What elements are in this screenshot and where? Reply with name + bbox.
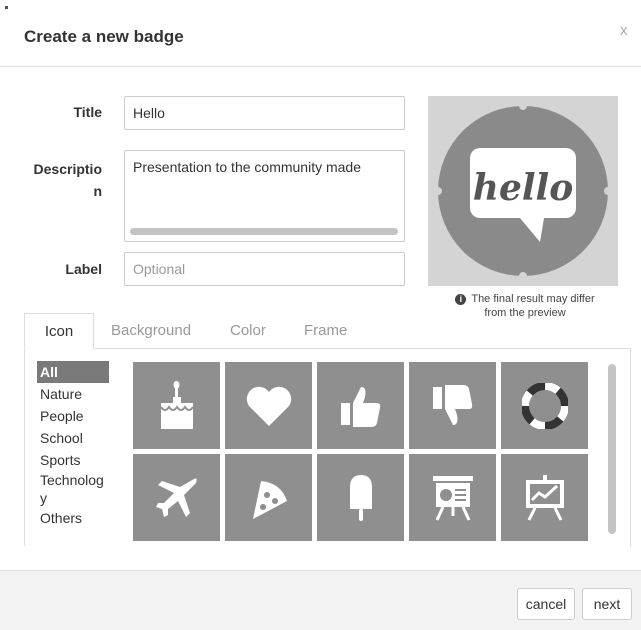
thumbs-down-icon[interactable] <box>409 362 496 449</box>
label-placeholder: Optional <box>133 261 186 277</box>
category-others[interactable]: Others <box>37 507 141 529</box>
birthday-cake-icon[interactable] <box>133 362 220 449</box>
category-people[interactable]: People <box>37 405 141 427</box>
lifebuoy-icon[interactable] <box>501 362 588 449</box>
description-label-line2: n <box>93 183 102 199</box>
description-label-line1: Descriptio <box>33 161 102 177</box>
dialog-title: Create a new badge <box>24 27 184 46</box>
tab-frame[interactable]: Frame <box>304 322 347 339</box>
cancel-button[interactable]: cancel <box>517 588 575 620</box>
airplane-icon[interactable] <box>133 454 220 541</box>
description-label: Descriptio n <box>24 158 102 202</box>
preview-note-line2: from the preview <box>484 307 566 319</box>
category-technology-line1: Technolog <box>40 472 104 488</box>
popsicle-icon[interactable] <box>317 454 404 541</box>
tab-background[interactable]: Background <box>111 322 191 339</box>
presentation-board-icon[interactable] <box>409 454 496 541</box>
pizza-icon[interactable] <box>225 454 312 541</box>
heart-icon[interactable] <box>225 362 312 449</box>
category-school[interactable]: School <box>37 427 141 449</box>
category-technology[interactable]: Technolog y <box>37 471 141 507</box>
preview-note-line1: The final result may differ <box>471 293 595 305</box>
growth-chart-board-icon[interactable] <box>501 454 588 541</box>
dialog-header: Create a new badge x <box>0 0 641 67</box>
hello-image-text: hello <box>473 167 573 209</box>
thumbs-up-icon[interactable] <box>317 362 404 449</box>
category-all[interactable]: All <box>37 361 109 383</box>
badge-preview: hello <box>428 96 618 286</box>
hello-badge-image: hello <box>434 102 612 280</box>
category-list: All Nature People School Sports Technolo… <box>37 361 141 529</box>
title-label: Title <box>73 104 102 120</box>
icon-picker-panel: All Nature People School Sports Technolo… <box>24 349 631 546</box>
description-horizontal-scrollbar[interactable] <box>130 228 398 235</box>
description-text: Presentation to the community made <box>133 159 362 175</box>
label-input[interactable]: Optional <box>124 252 405 286</box>
title-input[interactable]: Hello <box>124 96 405 130</box>
close-icon[interactable]: x <box>620 22 628 39</box>
info-icon: i <box>455 294 467 305</box>
category-sports[interactable]: Sports <box>37 449 141 471</box>
label-label: Label <box>65 261 102 277</box>
next-button[interactable]: next <box>582 588 632 620</box>
tab-icon[interactable]: Icon <box>24 313 94 349</box>
category-technology-line2: y <box>40 490 47 506</box>
tab-color[interactable]: Color <box>230 322 266 339</box>
category-nature[interactable]: Nature <box>37 383 141 405</box>
icon-grid-scrollbar[interactable] <box>608 364 616 534</box>
preview-note: i The final result may differ from the pr… <box>430 292 620 320</box>
